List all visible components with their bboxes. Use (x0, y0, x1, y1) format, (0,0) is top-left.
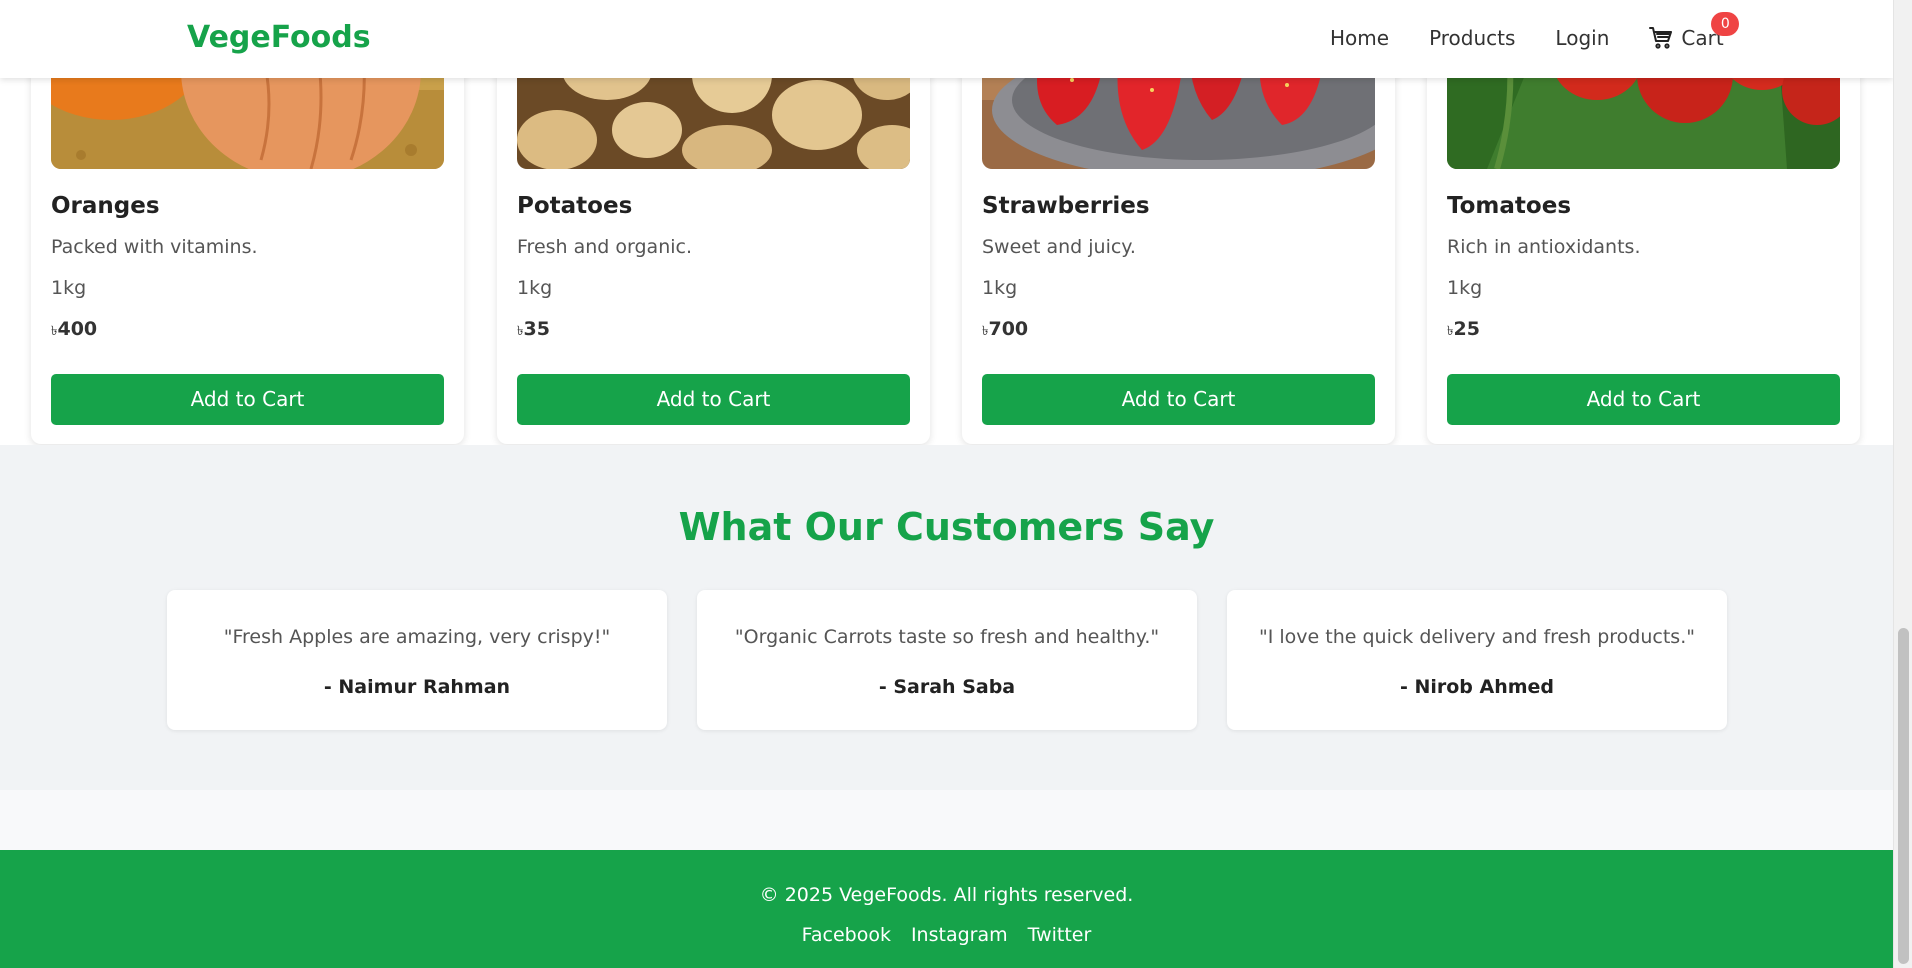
testimonial-card: "Fresh Apples are amazing, very crispy!"… (167, 590, 667, 730)
price-value: 400 (57, 318, 98, 340)
nav-home-link[interactable]: Home (1330, 26, 1389, 50)
testimonial-author: - Sarah Saba (878, 676, 1016, 698)
product-card: Potatoes Fresh and organic. 1kg ৳35 Add … (497, 30, 930, 444)
product-description: Packed with vitamins. (51, 236, 258, 258)
testimonial-quote: "Fresh Apples are amazing, very crispy!" (223, 626, 611, 648)
instagram-link[interactable]: Instagram (911, 924, 1008, 946)
product-name: Oranges (51, 193, 160, 219)
price-value: 35 (523, 318, 550, 340)
product-description: Rich in antioxidants. (1447, 236, 1641, 258)
product-price: ৳25 (1447, 318, 1480, 343)
testimonial-quote: "I love the quick delivery and fresh pro… (1259, 626, 1695, 648)
product-description: Sweet and juicy. (982, 236, 1136, 258)
add-to-cart-button[interactable]: Add to Cart (982, 374, 1375, 425)
scrollbar-thumb[interactable] (1898, 628, 1909, 964)
footer: © 2025 VegeFoods. All rights reserved. F… (0, 850, 1893, 968)
product-weight: 1kg (51, 277, 87, 299)
testimonial-card: "I love the quick delivery and fresh pro… (1227, 590, 1727, 730)
add-to-cart-button[interactable]: Add to Cart (517, 374, 910, 425)
product-card: Strawberries Sweet and juicy. 1kg ৳700 A… (962, 30, 1395, 444)
testimonial-quote: "Organic Carrots taste so fresh and heal… (734, 626, 1160, 648)
testimonial-author: - Nirob Ahmed (1399, 676, 1555, 698)
price-value: 25 (1453, 318, 1480, 340)
price-value: 700 (988, 318, 1029, 340)
nav-cart-link[interactable]: Cart 0 (1649, 12, 1740, 50)
facebook-link[interactable]: Facebook (802, 924, 891, 946)
add-to-cart-button[interactable]: Add to Cart (1447, 374, 1840, 425)
product-name: Potatoes (517, 193, 633, 219)
product-name: Tomatoes (1447, 193, 1572, 219)
section-spacer (0, 790, 1893, 850)
social-links: Facebook Instagram Twitter (0, 924, 1893, 946)
testimonials-section: What Our Customers Say "Fresh Apples are… (0, 445, 1893, 790)
product-price: ৳400 (51, 318, 97, 343)
product-price: ৳700 (982, 318, 1028, 343)
add-to-cart-button[interactable]: Add to Cart (51, 374, 444, 425)
brand-logo[interactable]: VegeFoods (187, 20, 371, 55)
product-price: ৳35 (517, 318, 550, 343)
nav-login-link[interactable]: Login (1555, 26, 1609, 50)
nav-products-link[interactable]: Products (1429, 26, 1515, 50)
testimonials-title: What Our Customers Say (678, 505, 1215, 549)
product-weight: 1kg (982, 277, 1018, 299)
copyright-text: © 2025 VegeFoods. All rights reserved. (759, 884, 1134, 906)
cart-count-badge: 0 (1711, 12, 1740, 36)
navbar: VegeFoods Home Products Login Cart 0 (0, 0, 1893, 78)
product-name: Strawberries (982, 193, 1150, 219)
cart-icon (1649, 27, 1673, 49)
product-weight: 1kg (517, 277, 553, 299)
testimonial-card: "Organic Carrots taste so fresh and heal… (697, 590, 1197, 730)
product-description: Fresh and organic. (517, 236, 693, 258)
product-weight: 1kg (1447, 277, 1483, 299)
testimonial-author: - Naimur Rahman (323, 676, 511, 698)
twitter-link[interactable]: Twitter (1028, 924, 1092, 946)
page-scrollbar[interactable] (1893, 0, 1912, 968)
page-viewport: Oranges Packed with vitamins. 1kg ৳400 A… (0, 0, 1893, 968)
product-card: Oranges Packed with vitamins. 1kg ৳400 A… (31, 30, 464, 444)
nav-links: Home Products Login Cart 0 (1330, 12, 1764, 50)
product-card: Tomatoes Rich in antioxidants. 1kg ৳25 A… (1427, 30, 1860, 444)
